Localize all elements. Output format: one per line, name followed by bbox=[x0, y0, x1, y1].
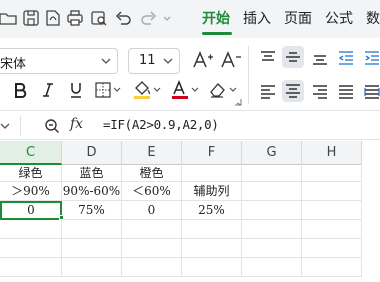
tab-data[interactable]: 数 bbox=[366, 10, 380, 28]
align-bottom-icon[interactable] bbox=[310, 48, 330, 68]
column-header-f[interactable]: F bbox=[182, 141, 242, 165]
name-box-chevron-icon[interactable] bbox=[0, 119, 10, 133]
justify-icon[interactable] bbox=[336, 82, 356, 102]
active-tab-indicator bbox=[202, 32, 232, 35]
folder-icon[interactable] bbox=[0, 9, 18, 27]
redo-icon[interactable] bbox=[140, 9, 158, 27]
cell-e4[interactable] bbox=[122, 220, 182, 239]
underline-icon[interactable] bbox=[66, 80, 86, 100]
font-name-value: 宋体 bbox=[0, 57, 27, 72]
formula-bar: fx =IF(A2>0.9,A2,0) bbox=[0, 110, 380, 140]
cell-f4[interactable] bbox=[182, 220, 242, 239]
cell-e2[interactable]: ＜60% bbox=[122, 182, 182, 201]
cell-e5[interactable] bbox=[122, 239, 182, 258]
cell-g4[interactable] bbox=[242, 220, 302, 239]
formula-input[interactable]: =IF(A2>0.9,A2,0) bbox=[103, 117, 219, 132]
title-bar: 开始 插入 页面 公式 数 bbox=[0, 0, 380, 38]
cell-c6[interactable] bbox=[0, 258, 62, 277]
clear-format-icon[interactable] bbox=[208, 80, 238, 100]
cell-f6[interactable] bbox=[182, 258, 242, 277]
cell-h2[interactable] bbox=[302, 182, 362, 201]
save-icon[interactable] bbox=[22, 9, 40, 27]
cell-d2[interactable]: 90%-60% bbox=[62, 182, 122, 201]
cell-h4[interactable] bbox=[302, 220, 362, 239]
align-center-icon[interactable] bbox=[282, 80, 304, 102]
cell-f5[interactable] bbox=[182, 239, 242, 258]
cell-c5[interactable] bbox=[0, 239, 62, 258]
increase-font-size-icon[interactable] bbox=[192, 50, 214, 70]
tab-page[interactable]: 页面 bbox=[284, 10, 312, 28]
cell-c1[interactable]: 绿色 bbox=[0, 166, 62, 182]
distributed-align-icon[interactable] bbox=[362, 82, 380, 102]
font-size-value: 11 bbox=[139, 53, 156, 68]
tab-home[interactable]: 开始 bbox=[202, 10, 230, 28]
cell-h1[interactable] bbox=[302, 166, 362, 182]
cell-d3[interactable]: 75% bbox=[62, 201, 122, 220]
cell-f2[interactable]: 辅助列 bbox=[182, 182, 242, 201]
column-header-c[interactable]: C bbox=[0, 141, 62, 165]
align-top-icon[interactable] bbox=[258, 48, 278, 68]
print-preview-icon[interactable] bbox=[90, 9, 108, 27]
decrease-font-size-icon[interactable] bbox=[220, 50, 242, 70]
cell-h6[interactable] bbox=[302, 258, 362, 277]
font-size-select[interactable]: 11 bbox=[128, 48, 180, 74]
cell-f1[interactable] bbox=[182, 166, 242, 182]
cell-g3[interactable] bbox=[242, 201, 302, 220]
cell-d6[interactable] bbox=[62, 258, 122, 277]
active-cell[interactable]: 0 bbox=[0, 201, 62, 220]
chevron-down-icon[interactable] bbox=[162, 9, 172, 27]
align-left-icon[interactable] bbox=[258, 82, 278, 102]
tab-formula[interactable]: 公式 bbox=[325, 10, 353, 28]
align-middle-icon[interactable] bbox=[282, 46, 304, 68]
undo-icon[interactable] bbox=[114, 9, 132, 27]
column-header-g[interactable]: G bbox=[242, 141, 302, 165]
cell-g1[interactable] bbox=[242, 166, 302, 182]
cell-c2[interactable]: ＞90% bbox=[0, 182, 62, 201]
zoom-search-icon[interactable] bbox=[42, 116, 62, 136]
ribbon: 宋体 11 bbox=[0, 38, 380, 110]
cell-g2[interactable] bbox=[242, 182, 302, 201]
font-color-icon[interactable] bbox=[170, 80, 200, 100]
cell-d4[interactable] bbox=[62, 220, 122, 239]
ribbon-divider bbox=[248, 46, 249, 104]
column-header-h[interactable]: H bbox=[302, 141, 362, 165]
cell-h3[interactable] bbox=[302, 201, 362, 220]
column-header-e[interactable]: E bbox=[122, 141, 182, 165]
decrease-indent-icon[interactable] bbox=[336, 48, 356, 68]
tab-insert[interactable]: 插入 bbox=[243, 10, 271, 28]
cell-d1[interactable]: 蓝色 bbox=[62, 166, 122, 182]
cell-d5[interactable] bbox=[62, 239, 122, 258]
increase-indent-icon[interactable] bbox=[362, 48, 380, 68]
cell-e1[interactable]: 橙色 bbox=[122, 166, 182, 182]
cell-f3[interactable]: 25% bbox=[182, 201, 242, 220]
column-header-d[interactable]: D bbox=[62, 141, 122, 165]
italic-icon[interactable] bbox=[38, 80, 58, 100]
font-dialog-launcher-icon[interactable] bbox=[234, 98, 242, 106]
chevron-down-icon bbox=[163, 58, 173, 64]
borders-icon[interactable] bbox=[94, 80, 122, 100]
cell-g6[interactable] bbox=[242, 258, 302, 277]
cell-e6[interactable] bbox=[122, 258, 182, 277]
export-pdf-icon[interactable] bbox=[44, 9, 62, 27]
font-name-select[interactable]: 宋体 bbox=[0, 48, 118, 74]
align-right-icon[interactable] bbox=[310, 82, 330, 102]
print-icon[interactable] bbox=[66, 9, 84, 27]
fill-color-icon[interactable] bbox=[132, 80, 162, 100]
insert-function-button[interactable]: fx bbox=[70, 116, 83, 132]
bold-icon[interactable] bbox=[10, 80, 30, 100]
cell-e3[interactable]: 0 bbox=[122, 201, 182, 220]
cell-g5[interactable] bbox=[242, 239, 302, 258]
cell-h5[interactable] bbox=[302, 239, 362, 258]
formula-bar-divider bbox=[20, 116, 21, 136]
chevron-down-icon bbox=[101, 58, 111, 64]
cell-c4[interactable] bbox=[0, 220, 62, 239]
fill-handle[interactable] bbox=[59, 215, 64, 220]
